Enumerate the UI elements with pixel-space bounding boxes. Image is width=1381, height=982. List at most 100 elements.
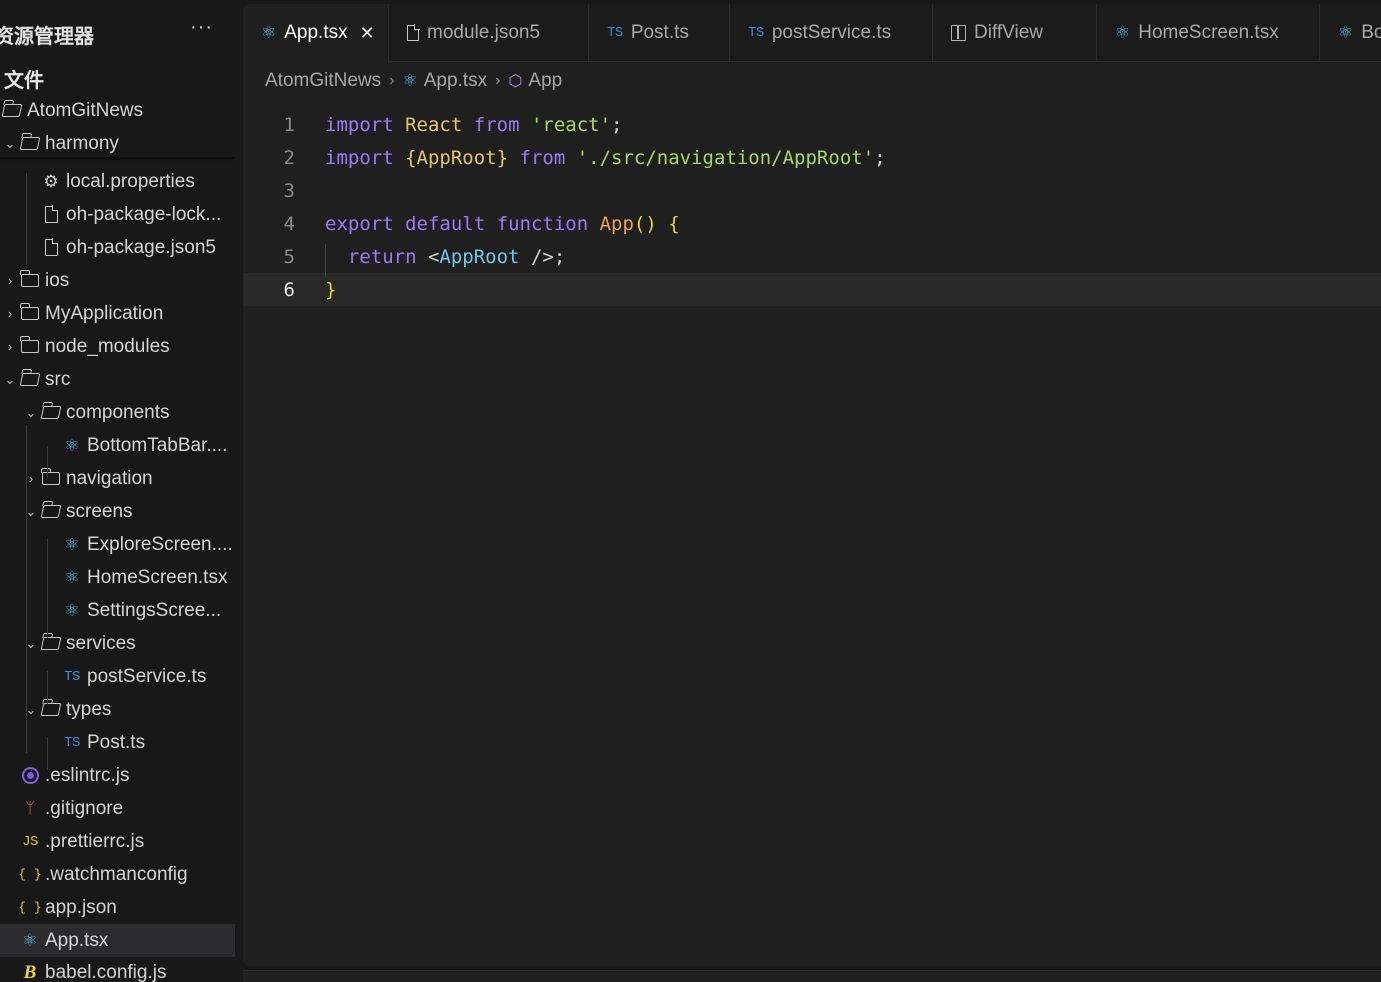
typescript-icon: TS (607, 25, 623, 41)
chevron-right-icon[interactable]: › (4, 339, 16, 354)
tree-item-label: types (66, 698, 112, 720)
tree-item-label: BottomTabBar.... (87, 434, 228, 456)
files-section-title[interactable]: 文件 (4, 64, 44, 93)
chevron-down-icon[interactable]: ⌄ (25, 405, 37, 421)
tree-icon-slot: ⚛ (62, 436, 82, 456)
editor-group: ⚛ App.tsx ✕ module.json5 TS Post.ts TS postServ… (243, 4, 1381, 966)
chevron-down-icon[interactable]: ⌄ (4, 372, 16, 388)
tree-item-oh-package-json5[interactable]: oh-package.json5 (0, 231, 235, 264)
tab-app-tsx[interactable]: ⚛ App.tsx ✕ (243, 4, 389, 62)
tree-item-app-json[interactable]: { } app.json (0, 891, 235, 924)
breadcrumb-file[interactable]: App.tsx (424, 70, 487, 92)
tree-icon-slot (40, 403, 62, 423)
tree-item-homescreen-tsx[interactable]: ⚛ HomeScreen.tsx (0, 561, 235, 594)
tab-bo[interactable]: ⚛ Bo (1320, 4, 1381, 62)
code-token: < (416, 245, 440, 268)
line-number: 6 (283, 278, 295, 301)
tree-item-label: oh-package-lock... (66, 203, 222, 225)
breadcrumb-symbol[interactable]: App (528, 70, 562, 92)
tree-icon-slot: { } (18, 898, 42, 918)
code-text: export default function App() { (325, 213, 680, 235)
tab-icon-slot (951, 25, 966, 41)
tab-post-ts[interactable]: TS Post.ts (589, 4, 730, 62)
tab-label: Bo (1361, 22, 1381, 43)
tree-item-ios[interactable]: › ios (0, 264, 235, 297)
tab-homescreen-tsx[interactable]: ⚛ HomeScreen.tsx (1097, 4, 1320, 62)
tree-item-eslintrc-js[interactable]: .eslintrc.js (0, 759, 235, 792)
tab-label: postService.ts (771, 22, 892, 43)
tree-icon-slot (40, 502, 62, 522)
tree-item-watchmanconfig[interactable]: { } .watchmanconfig (0, 858, 235, 891)
symbol-cube-icon: ⬡ (508, 73, 523, 90)
tab-module-json5[interactable]: module.json5 (389, 4, 589, 62)
tree-item-gitignore[interactable]: ᛘ .gitignore (0, 792, 235, 825)
typescript-icon: TS (64, 668, 80, 685)
code-line[interactable]: 4 export default function App() { (243, 207, 1381, 240)
code-text: import {AppRoot} from './src/navigation/… (325, 147, 886, 169)
tree-item-services[interactable]: ⌄ services (0, 627, 235, 660)
tree-item-label: local.properties (66, 170, 195, 192)
tree-item-atomgitnews[interactable]: AtomGitNews (0, 94, 235, 127)
code-line[interactable]: 1 import React from 'react'; (243, 108, 1381, 141)
chevron-right-icon: › (495, 72, 501, 89)
tree-item-components[interactable]: ⌄ components (0, 396, 235, 429)
tree-item-local-properties[interactable]: ⚙ local.properties (0, 165, 235, 198)
tree-item-explorescreen[interactable]: ⚛ ExploreScreen.... (0, 528, 235, 561)
folder-icon (20, 336, 39, 353)
code-token: ; (874, 146, 886, 169)
close-icon[interactable]: ✕ (360, 23, 375, 44)
tree-icon-slot: TS (62, 667, 82, 687)
tree-item-src[interactable]: ⌄ src (0, 363, 235, 396)
react-icon: ⚛ (64, 534, 80, 554)
json-icon: { } (18, 900, 42, 915)
line-number: 1 (283, 113, 295, 136)
tab-icon-slot: ⚛ (1115, 23, 1130, 43)
tree-item-label: node_modules (45, 335, 170, 357)
tree-item-label: ExploreScreen.... (87, 533, 233, 555)
code-line[interactable]: 6} (243, 273, 1381, 306)
diff-icon (951, 25, 966, 41)
tree-item-navigation[interactable]: › navigation (0, 462, 235, 495)
horizontal-scrollbar[interactable] (243, 970, 1381, 982)
tree-item-types[interactable]: ⌄ types (0, 693, 235, 726)
code-line[interactable]: 2 import {AppRoot} from './src/navigation… (243, 141, 1381, 174)
tab-postservice-ts[interactable]: TS postService.ts (730, 4, 933, 62)
tree-item-post-ts[interactable]: TS Post.ts (0, 726, 235, 759)
breadcrumb-folder[interactable]: AtomGitNews (265, 70, 381, 92)
folder-icon (20, 303, 39, 320)
tab-label: App.tsx (284, 22, 348, 43)
tree-item-label: app.json (45, 896, 117, 918)
typescript-icon: TS (748, 25, 764, 41)
code-line[interactable]: 5 return <AppRoot />; (243, 240, 1381, 273)
tree-item-myapplication[interactable]: › MyApplication (0, 297, 235, 330)
react-icon: ⚛ (64, 435, 80, 455)
tree-item-app-tsx[interactable]: ⚛ App.tsx (0, 924, 235, 957)
folder-open-icon (19, 373, 41, 386)
tree-item-oh-package-lock[interactable]: oh-package-lock... (0, 198, 235, 231)
tree-item-label: src (45, 368, 71, 390)
code-token: from (473, 113, 520, 136)
tab-diffview[interactable]: DiffView (933, 4, 1097, 62)
chevron-right-icon[interactable]: › (4, 306, 16, 321)
tree-item-babel-config-js[interactable]: Bbabel.config.js (0, 956, 235, 982)
react-icon: ⚛ (1338, 23, 1354, 42)
code-line[interactable]: 3 (243, 174, 1381, 207)
more-actions-icon[interactable]: ··· (190, 16, 213, 39)
chevron-down-icon[interactable]: ⌄ (4, 136, 16, 152)
tree-item-screens[interactable]: ⌄ screens (0, 495, 235, 528)
code-text: import React from 'react'; (325, 114, 623, 136)
tree-item-bottomtabbar[interactable]: ⚛ BottomTabBar.... (0, 429, 235, 462)
line-number: 2 (283, 146, 295, 169)
react-icon: ⚛ (22, 930, 38, 950)
tree-item-label: components (66, 401, 170, 423)
tree-item-harmony[interactable]: ⌄ harmony (0, 127, 235, 160)
tree-item-node-modules[interactable]: › node_modules (0, 330, 235, 363)
tab-label: DiffView (974, 22, 1043, 43)
tree-item-settingsscree[interactable]: ⚛ SettingsScree... (0, 594, 235, 627)
tree-item-prettierrc-js[interactable]: JS .prettierrc.js (0, 825, 235, 858)
tree-item-postservice-ts[interactable]: TS postService.ts (0, 660, 235, 693)
chevron-right-icon[interactable]: › (4, 273, 16, 288)
tree-icon-slot: TS (62, 733, 82, 753)
